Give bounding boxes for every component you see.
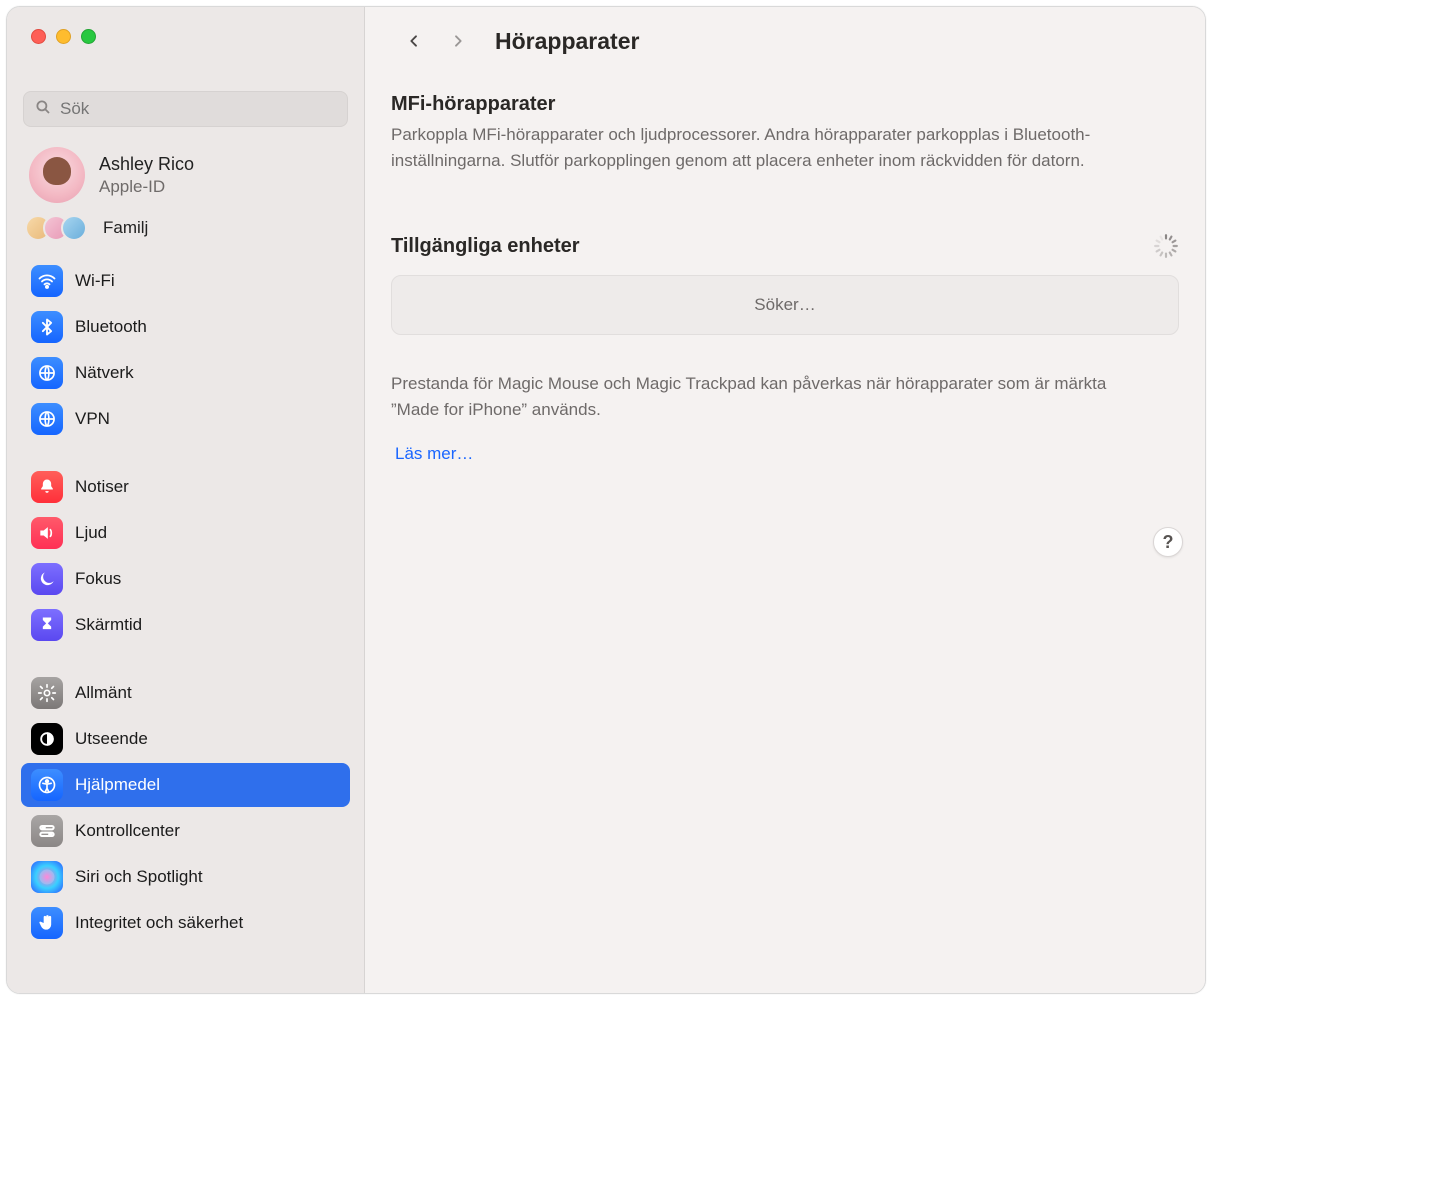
sidebar-item-screentime[interactable]: Skärmtid bbox=[21, 603, 350, 647]
sidebar-item-notifications[interactable]: Notiser bbox=[21, 465, 350, 509]
spinner-icon bbox=[1153, 233, 1179, 259]
avatar bbox=[29, 147, 85, 203]
globe-icon bbox=[31, 357, 63, 389]
sidebar-item-label: Kontrollcenter bbox=[75, 821, 180, 841]
sidebar-item-label: Familj bbox=[103, 218, 148, 238]
bell-icon bbox=[31, 471, 63, 503]
section-description: Parkoppla MFi-hörapparater och ljudproce… bbox=[391, 122, 1131, 173]
search-input[interactable] bbox=[60, 99, 337, 119]
help-icon: ? bbox=[1163, 532, 1174, 553]
sidebar-item-family[interactable]: Familj bbox=[7, 207, 364, 253]
sidebar-item-label: Ljud bbox=[75, 523, 107, 543]
sidebar-item-focus[interactable]: Fokus bbox=[21, 557, 350, 601]
forward-button[interactable] bbox=[447, 27, 469, 55]
sidebar-item-label: Hjälpmedel bbox=[75, 775, 160, 795]
sidebar-item-siri[interactable]: Siri och Spotlight bbox=[21, 855, 350, 899]
sidebar-item-controlcenter[interactable]: Kontrollcenter bbox=[21, 809, 350, 853]
family-avatars bbox=[33, 215, 87, 241]
speaker-icon bbox=[31, 517, 63, 549]
sidebar-item-label: Siri och Spotlight bbox=[75, 867, 203, 887]
sidebar-item-general[interactable]: Allmänt bbox=[21, 671, 350, 715]
minimize-window-button[interactable] bbox=[56, 29, 71, 44]
fullscreen-window-button[interactable] bbox=[81, 29, 96, 44]
moon-icon bbox=[31, 563, 63, 595]
sidebar-item-label: Fokus bbox=[75, 569, 121, 589]
searching-status-box: Söker… bbox=[391, 275, 1179, 335]
sidebar-item-network[interactable]: Nätverk bbox=[21, 351, 350, 395]
gear-icon bbox=[31, 677, 63, 709]
settings-window: Ashley Rico Apple-ID Familj Wi-Fi bbox=[6, 6, 1206, 994]
learn-more-link[interactable]: Läs mer… bbox=[395, 444, 473, 464]
account-name: Ashley Rico bbox=[99, 154, 194, 175]
siri-icon bbox=[31, 861, 63, 893]
sidebar-item-label: VPN bbox=[75, 409, 110, 429]
accessibility-icon bbox=[31, 769, 63, 801]
controls-icon bbox=[31, 815, 63, 847]
footnote-text: Prestanda för Magic Mouse och Magic Trac… bbox=[391, 371, 1131, 422]
sidebar-item-label: Nätverk bbox=[75, 363, 134, 383]
sidebar-item-label: Allmänt bbox=[75, 683, 132, 703]
sidebar-item-label: Wi-Fi bbox=[75, 271, 115, 291]
sidebar-item-label: Skärmtid bbox=[75, 615, 142, 635]
search-icon bbox=[34, 98, 52, 121]
sidebar-item-label: Utseende bbox=[75, 729, 148, 749]
bluetooth-icon bbox=[31, 311, 63, 343]
sidebar-nav: Wi-Fi Bluetooth Nätverk bbox=[7, 253, 364, 951]
section-title: MFi-hörapparater bbox=[391, 93, 1179, 116]
searching-status-text: Söker… bbox=[754, 295, 815, 315]
sidebar-item-label: Notiser bbox=[75, 477, 129, 497]
wifi-icon bbox=[31, 265, 63, 297]
page-title: Hörapparater bbox=[495, 28, 639, 55]
hourglass-icon bbox=[31, 609, 63, 641]
sidebar-item-label: Integritet och säkerhet bbox=[75, 913, 243, 933]
account-sub: Apple-ID bbox=[99, 177, 194, 197]
search-field[interactable] bbox=[23, 91, 348, 127]
window-controls bbox=[7, 7, 364, 61]
sidebar-item-wifi[interactable]: Wi-Fi bbox=[21, 259, 350, 303]
sidebar-item-vpn[interactable]: VPN bbox=[21, 397, 350, 441]
sidebar-item-label: Bluetooth bbox=[75, 317, 147, 337]
sidebar-item-sound[interactable]: Ljud bbox=[21, 511, 350, 555]
sidebar-item-appleid[interactable]: Ashley Rico Apple-ID bbox=[7, 133, 364, 207]
sidebar: Ashley Rico Apple-ID Familj Wi-Fi bbox=[7, 7, 365, 993]
sidebar-item-privacy[interactable]: Integritet och säkerhet bbox=[21, 901, 350, 945]
close-window-button[interactable] bbox=[31, 29, 46, 44]
help-button[interactable]: ? bbox=[1153, 527, 1183, 557]
toolbar: Hörapparater bbox=[365, 7, 1205, 65]
sidebar-item-bluetooth[interactable]: Bluetooth bbox=[21, 305, 350, 349]
hand-icon bbox=[31, 907, 63, 939]
back-button[interactable] bbox=[403, 27, 425, 55]
available-devices-title: Tillgängliga enheter bbox=[391, 235, 580, 258]
sidebar-item-accessibility[interactable]: Hjälpmedel bbox=[21, 763, 350, 807]
globe-icon bbox=[31, 403, 63, 435]
main-content: Hörapparater MFi-hörapparater Parkoppla … bbox=[365, 7, 1205, 993]
appearance-icon bbox=[31, 723, 63, 755]
sidebar-item-appearance[interactable]: Utseende bbox=[21, 717, 350, 761]
